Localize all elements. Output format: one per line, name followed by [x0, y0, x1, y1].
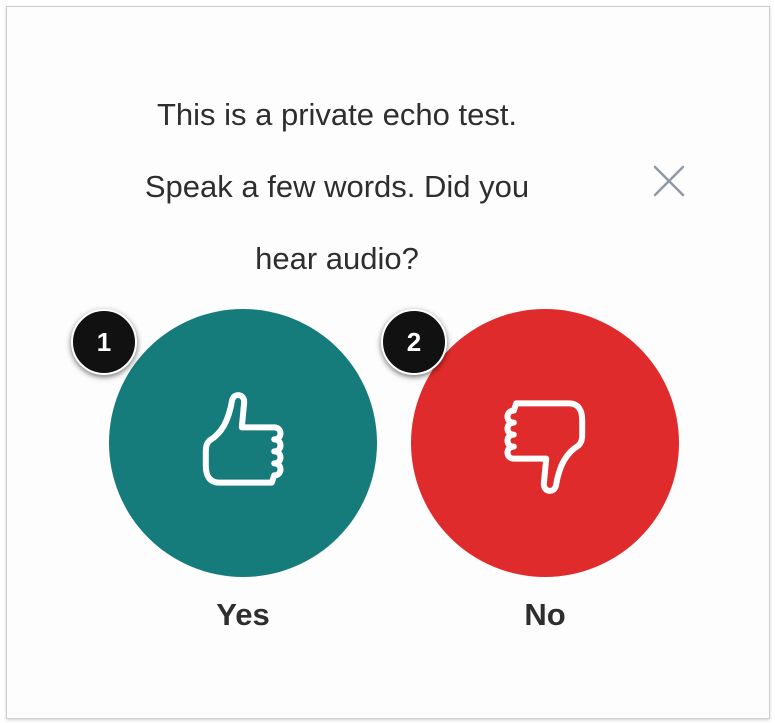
no-label: No	[524, 597, 566, 632]
no-button[interactable]	[411, 309, 679, 577]
close-icon	[653, 165, 685, 197]
yes-label: Yes	[216, 597, 270, 632]
close-button[interactable]	[647, 159, 691, 203]
thumbs-down-icon	[504, 400, 586, 494]
echo-test-dialog: This is a private echo test. Speak a few…	[6, 6, 770, 719]
step-badge-1: 1	[71, 309, 137, 375]
message-line-1: This is a private echo test.	[156, 97, 518, 132]
echo-test-message: This is a private echo test. Speak a few…	[67, 79, 607, 295]
message-line-2: Speak a few words. Did you	[144, 169, 530, 204]
step-badge-2: 2	[381, 309, 447, 375]
yes-button[interactable]	[109, 309, 377, 577]
message-line-3: hear audio?	[255, 241, 419, 276]
thumbs-up-icon	[202, 392, 284, 486]
